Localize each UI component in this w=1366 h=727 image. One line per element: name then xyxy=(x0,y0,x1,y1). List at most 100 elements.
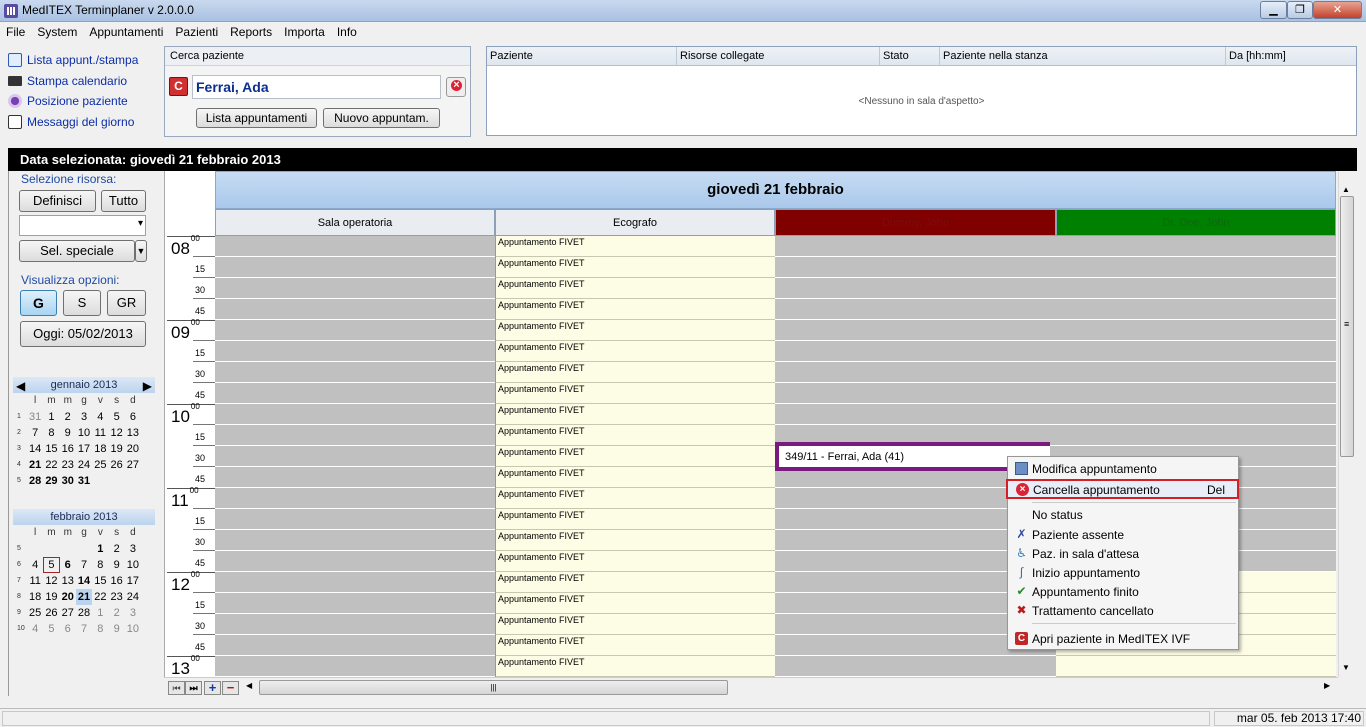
calendar-day[interactable]: 31 xyxy=(76,473,92,489)
view-day-button[interactable]: G xyxy=(20,290,57,316)
calendar-day[interactable]: 2 xyxy=(108,605,124,621)
calendar-day[interactable]: 6 xyxy=(60,557,76,573)
calendar-day[interactable]: 26 xyxy=(108,457,124,473)
menu-trattamento-cancellato[interactable]: ✖ Trattamento cancellato xyxy=(1008,601,1238,620)
slot-label[interactable]: Appuntamento FIVET xyxy=(498,321,585,331)
first-icon[interactable]: ⏮ xyxy=(168,681,185,695)
calendar-day[interactable]: 7 xyxy=(76,557,92,573)
calendar-day[interactable]: 31 xyxy=(27,409,43,425)
horizontal-scroll-thumb[interactable]: ||| xyxy=(259,680,728,695)
calendar-day[interactable]: 24 xyxy=(125,589,141,605)
calendar-day[interactable]: 1 xyxy=(92,605,108,621)
calendar-day[interactable]: 3 xyxy=(125,541,141,557)
col-da[interactable]: Da [hh:mm] xyxy=(1226,47,1356,65)
calendar-day[interactable]: 20 xyxy=(125,441,141,457)
menu-cancella-appuntamento[interactable]: × Cancella appuntamento Del xyxy=(1006,479,1239,499)
calendar-day[interactable]: 27 xyxy=(60,605,76,621)
menu-paziente-assente[interactable]: ✗ Paziente assente xyxy=(1008,525,1238,544)
day-header[interactable]: giovedì 21 febbraio xyxy=(215,171,1336,209)
calendar-day[interactable]: 3 xyxy=(125,605,141,621)
calendar-day[interactable]: 28 xyxy=(27,473,43,489)
link-posizione-paziente[interactable]: Posizione paziente xyxy=(8,91,158,112)
calendar-day[interactable]: 8 xyxy=(92,557,108,573)
sel-speciale-dropdown[interactable]: ▼ xyxy=(135,240,147,262)
slot-label[interactable]: Appuntamento FIVET xyxy=(498,657,585,667)
slot-label[interactable]: Appuntamento FIVET xyxy=(498,447,585,457)
slot-label[interactable]: Appuntamento FIVET xyxy=(498,615,585,625)
slot-label[interactable]: Appuntamento FIVET xyxy=(498,489,585,499)
calendar-day[interactable]: 11 xyxy=(27,573,43,589)
calendar-day[interactable]: 12 xyxy=(43,573,59,589)
calendar-day[interactable]: 9 xyxy=(108,557,124,573)
scroll-right-icon[interactable]: ▶ xyxy=(1324,681,1330,690)
calendar-day[interactable]: 10 xyxy=(125,621,141,637)
col-paziente[interactable]: Paziente xyxy=(487,47,677,65)
calendar-day[interactable]: 21 xyxy=(27,457,43,473)
calendar-day[interactable]: 4 xyxy=(27,557,43,573)
prev-month-icon[interactable]: ◀ xyxy=(16,378,25,394)
menu-no-status[interactable]: No status xyxy=(1008,505,1238,524)
link-lista-appuntamenti[interactable]: Lista appunt./stampa xyxy=(8,50,158,71)
calendar-day[interactable]: 5 xyxy=(108,409,124,425)
view-week-button[interactable]: S xyxy=(63,290,101,316)
calendar-day[interactable]: 14 xyxy=(76,573,92,589)
calendar-day[interactable]: 23 xyxy=(108,589,124,605)
menu-file[interactable]: File xyxy=(0,22,31,42)
vertical-scrollbar[interactable]: ▲ ≡ ▼ xyxy=(1338,171,1355,677)
calendar-day[interactable]: 8 xyxy=(43,425,59,441)
calendar-day[interactable]: 25 xyxy=(27,605,43,621)
calendar-day[interactable]: 19 xyxy=(108,441,124,457)
calendar-day[interactable]: 16 xyxy=(60,441,76,457)
calendar-day[interactable]: 3 xyxy=(76,409,92,425)
menu-paz-sala-attesa[interactable]: ♿ Paz. in sala d'attesa xyxy=(1008,544,1238,563)
scroll-up-icon[interactable]: ▲ xyxy=(1342,185,1350,194)
calendar-day[interactable]: 10 xyxy=(76,425,92,441)
col-stato[interactable]: Stato xyxy=(880,47,940,65)
menu-appuntamenti[interactable]: Appuntamenti xyxy=(83,22,169,42)
slot-label[interactable]: Appuntamento FIVET xyxy=(498,426,585,436)
menu-pazienti[interactable]: Pazienti xyxy=(169,22,224,42)
slot-label[interactable]: Appuntamento FIVET xyxy=(498,258,585,268)
resource-ecografo[interactable]: Ecografo xyxy=(495,209,775,236)
scroll-left-icon[interactable]: ◀ xyxy=(246,681,252,690)
calendar-day[interactable]: 1 xyxy=(92,541,108,557)
calendar-day[interactable]: 22 xyxy=(92,589,108,605)
calendar-day[interactable]: 28 xyxy=(76,605,92,621)
calendar-day[interactable]: 16 xyxy=(108,573,124,589)
patient-name-field[interactable]: Ferrai, Ada xyxy=(192,75,441,99)
menu-importa[interactable]: Importa xyxy=(278,22,331,42)
calendar-day[interactable]: 9 xyxy=(60,425,76,441)
clear-patient-button[interactable] xyxy=(446,77,466,97)
slot-label[interactable]: Appuntamento FIVET xyxy=(498,300,585,310)
calendar-day[interactable]: 18 xyxy=(92,441,108,457)
resource-select[interactable] xyxy=(19,215,146,236)
calendar-day[interactable]: 12 xyxy=(108,425,124,441)
calendar-day[interactable]: 1 xyxy=(43,409,59,425)
slot-label[interactable]: Appuntamento FIVET xyxy=(498,636,585,646)
calendar-day[interactable]: 7 xyxy=(76,621,92,637)
calendar-day[interactable]: 2 xyxy=(108,541,124,557)
slot-label[interactable]: Appuntamento FIVET xyxy=(498,594,585,604)
menu-system[interactable]: System xyxy=(31,22,83,42)
slot-label[interactable]: Appuntamento FIVET xyxy=(498,363,585,373)
menu-apri-paziente[interactable]: C Apri paziente in MedITEX IVF xyxy=(1008,629,1238,648)
resource-sala-operatoria[interactable]: Sala operatoria xyxy=(215,209,495,236)
calendar-day[interactable]: 4 xyxy=(27,621,43,637)
calendar-day[interactable]: 25 xyxy=(92,457,108,473)
calendar-day[interactable]: 17 xyxy=(125,573,141,589)
menu-info[interactable]: Info xyxy=(331,22,363,42)
calendar-day[interactable]: 11 xyxy=(92,425,108,441)
calendar-day[interactable]: 17 xyxy=(76,441,92,457)
slot-label[interactable]: Appuntamento FIVET xyxy=(498,510,585,520)
calendar-day[interactable]: 18 xyxy=(27,589,43,605)
calendar-day[interactable]: 6 xyxy=(125,409,141,425)
calendar-day[interactable]: 10 xyxy=(125,557,141,573)
nuovo-appuntamento-button[interactable]: Nuovo appuntam. xyxy=(323,108,440,128)
sel-speciale-button[interactable]: Sel. speciale xyxy=(19,240,135,262)
slot-label[interactable]: Appuntamento FIVET xyxy=(498,552,585,562)
calendar-day[interactable]: 22 xyxy=(43,457,59,473)
slot-label[interactable]: Appuntamento FIVET xyxy=(498,279,585,289)
calendar-day[interactable]: 23 xyxy=(60,457,76,473)
calendar-day[interactable]: 15 xyxy=(92,573,108,589)
calendar-day[interactable]: 29 xyxy=(43,473,59,489)
